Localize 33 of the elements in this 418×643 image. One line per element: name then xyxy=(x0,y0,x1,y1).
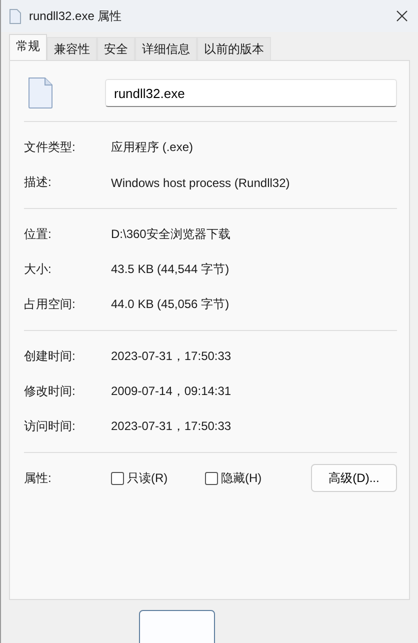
tab[interactable]: 常规 xyxy=(9,34,47,60)
field-label: 修改时间: xyxy=(24,383,76,400)
field-label: 访问时间: xyxy=(24,418,76,435)
checkbox-label[interactable]: 隐藏(H) xyxy=(221,470,262,486)
close-icon[interactable] xyxy=(396,10,408,22)
checkbox[interactable] xyxy=(111,472,124,484)
tab[interactable]: 兼容性 xyxy=(47,37,97,60)
field-label: 位置: xyxy=(24,226,52,243)
field-value: 2023-07-31，17:50:33 xyxy=(111,348,232,365)
field-label: 占用空间: xyxy=(24,296,76,313)
field-value: 应用程序 (.exe) xyxy=(111,139,194,156)
tab[interactable]: 详细信息 xyxy=(135,37,197,60)
field-label: 属性: xyxy=(24,470,52,486)
field-value: 2009-07-14，09:14:31 xyxy=(111,383,232,400)
field-value: 44.0 KB (45,056 字节) xyxy=(111,296,230,313)
advanced-button[interactable]: 高级(D)... xyxy=(311,464,397,492)
field-value: 43.5 KB (44,544 字节) xyxy=(111,261,230,278)
file-icon xyxy=(27,77,53,109)
field-value: 2023-07-31，17:50:33 xyxy=(111,418,232,435)
field-value: D:\360安全浏览器下载 xyxy=(111,226,230,243)
window-title: rundll32.exe 属性 xyxy=(29,8,123,24)
field-label: 创建时间: xyxy=(24,348,76,365)
tab[interactable]: 安全 xyxy=(97,37,135,60)
field-value: Windows host process (Rundll32) xyxy=(111,176,290,190)
tab[interactable]: 以前的版本 xyxy=(197,37,271,60)
field-label: 描述: xyxy=(24,174,52,191)
file-name-field[interactable]: rundll32.exe xyxy=(105,79,397,107)
field-label: 文件类型: xyxy=(24,139,76,156)
field-label: 大小: xyxy=(24,261,52,278)
dialog-button[interactable] xyxy=(139,610,215,643)
checkbox[interactable] xyxy=(205,472,218,484)
checkbox-label[interactable]: 只读(R) xyxy=(127,470,168,486)
document-icon xyxy=(9,8,21,24)
